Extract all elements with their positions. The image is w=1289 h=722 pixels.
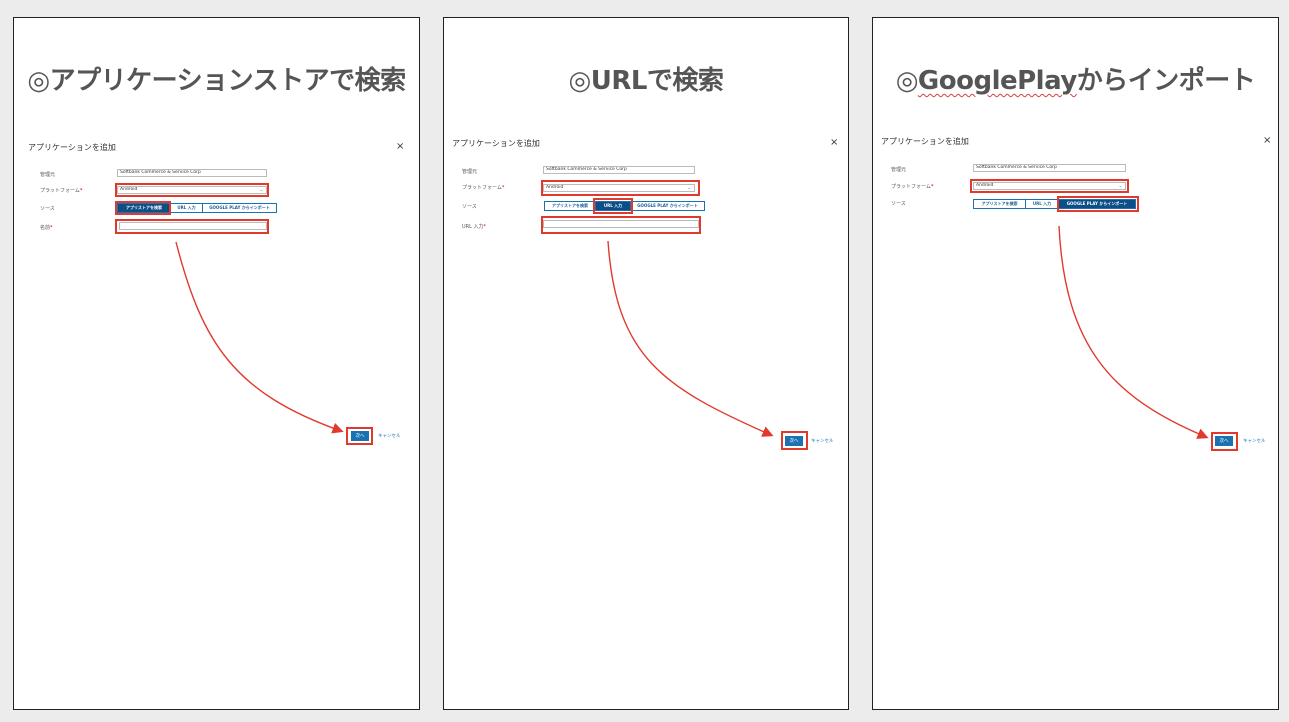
highlight-box <box>781 431 808 450</box>
highlight-box <box>1211 432 1238 451</box>
cancel-link[interactable]: キャンセル <box>1243 438 1266 444</box>
slide-panel-url: ◎URLで検索 アプリケーションを追加 × 管理元 Softbank Comme… <box>443 17 849 710</box>
red-arrow <box>1058 225 1209 439</box>
red-arrow <box>175 241 344 434</box>
red-arrow <box>607 240 774 437</box>
highlight-box <box>346 427 373 445</box>
cancel-link[interactable]: キャンセル <box>811 438 834 444</box>
slide-panel-app-store: ◎アプリケーションストアで検索 アプリケーションを追加 × 管理元 Softba… <box>13 17 420 710</box>
slide-panel-google-play: ◎GooglePlayからインポート アプリケーションを追加 × 管理元 Sof… <box>872 17 1279 710</box>
cancel-link[interactable]: キャンセル <box>378 433 401 439</box>
